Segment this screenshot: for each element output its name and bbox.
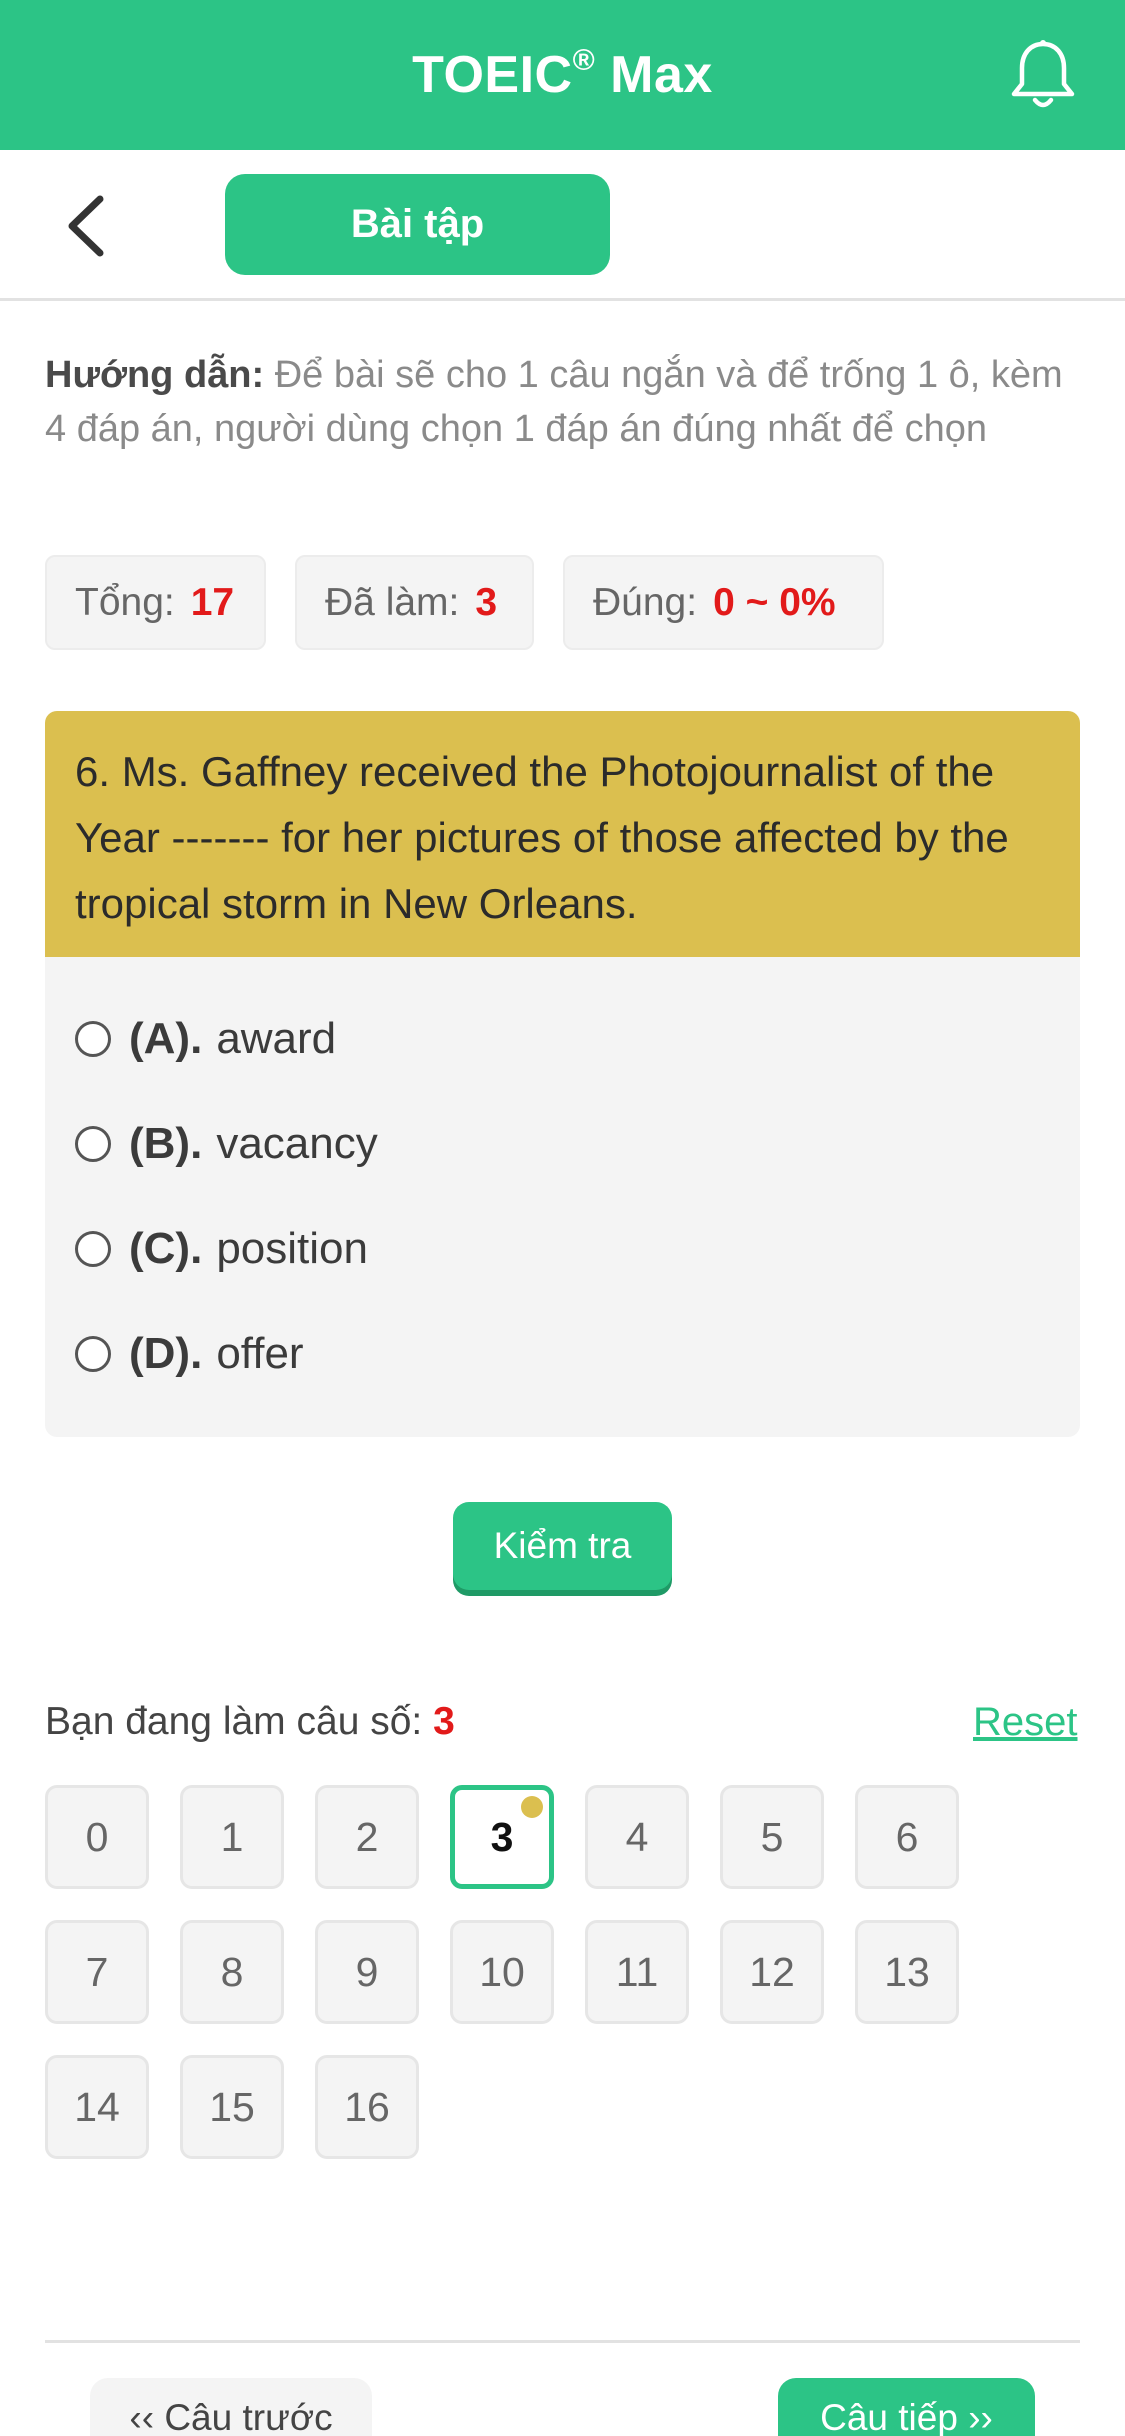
stat-done-label: Đã làm: [325,580,460,624]
question-number-label: 14 [74,2083,120,2130]
question-number-button[interactable]: 6 [855,1785,959,1889]
question-number-label: 15 [209,2083,255,2130]
question-number-button[interactable]: 1 [180,1785,284,1889]
stat-total-label: Tổng: [75,580,175,624]
check-button[interactable]: Kiểm tra [453,1502,672,1590]
current-question-label: Bạn đang làm câu số: [45,1700,423,1743]
question-number-label: 5 [760,1813,784,1860]
question-number-label: 11 [615,1948,659,1995]
stat-correct-label: Đúng: [593,580,698,624]
option-c[interactable]: (C). position [75,1214,368,1284]
question-text: 6. Ms. Gaffney received the Photojournal… [45,711,1080,957]
question-number-button[interactable]: 10 [450,1920,554,2024]
stat-correct: Đúng: 0 ~ 0% [563,555,884,650]
question-number-label: 3 [490,1813,514,1860]
stat-total: Tổng: 17 [45,555,266,650]
marked-dot-icon [521,1796,543,1818]
option-text: vacancy [216,1119,378,1168]
question-number-label: 0 [85,1813,109,1860]
option-key: (C). [129,1224,203,1273]
question-number-button[interactable]: 15 [180,2055,284,2159]
question-number-label: 7 [85,1948,109,1995]
question-number-label: 16 [344,2083,390,2130]
question-number-button[interactable]: 13 [855,1920,959,2024]
radio-button[interactable] [75,1126,111,1162]
option-text: offer [216,1329,304,1378]
registered-mark: ® [572,44,596,77]
current-question-indicator: Bạn đang làm câu số: 3 [45,1700,455,1744]
question-number-button[interactable]: 4 [585,1785,689,1889]
option-key: (D). [129,1329,203,1378]
previous-question-button[interactable]: ‹‹ Câu trước [90,2378,372,2436]
option-b[interactable]: (B). vacancy [75,1109,378,1179]
stat-done-value: 3 [475,580,498,624]
question-number-label: 9 [355,1948,379,1995]
question-number-button[interactable]: 0 [45,1785,149,1889]
question-number-button[interactable]: 8 [180,1920,284,2024]
question-number-button[interactable]: 2 [315,1785,419,1889]
option-a[interactable]: (A). award [75,1004,336,1074]
app-header: TOEIC® Max [0,0,1125,150]
question-number-label: 4 [625,1813,649,1860]
instructions: Hướng dẫn: Để bài sẽ cho 1 câu ngắn và đ… [45,348,1085,456]
stat-total-value: 17 [190,580,235,624]
question-number-label: 12 [749,1948,795,1995]
instructions-label: Hướng dẫn: [45,354,265,396]
current-question-number: 3 [433,1700,455,1743]
sub-header: Bài tập [0,150,1125,301]
question-number-button[interactable]: 9 [315,1920,419,2024]
option-text: award [216,1014,337,1063]
radio-button[interactable] [75,1021,111,1057]
radio-button[interactable] [75,1231,111,1267]
question-number-button[interactable]: 16 [315,2055,419,2159]
option-d[interactable]: (D). offer [75,1319,304,1389]
question-card: 6. Ms. Gaffney received the Photojournal… [45,711,1080,1437]
question-number-button[interactable]: 14 [45,2055,149,2159]
question-number-label: 2 [355,1813,379,1860]
bell-icon[interactable] [1008,38,1078,112]
chevron-left-icon[interactable] [62,193,112,259]
option-key: (B). [129,1119,203,1168]
question-number-label: 6 [895,1813,919,1860]
question-number-button[interactable]: 12 [720,1920,824,2024]
question-number-label: 1 [220,1813,244,1860]
question-number-label: 10 [479,1948,525,1995]
question-number-label: 8 [220,1948,244,1995]
option-key: (A). [129,1014,203,1063]
radio-button[interactable] [75,1336,111,1372]
divider [45,2340,1080,2343]
question-number-button[interactable]: 3 [450,1785,554,1889]
option-text: position [216,1224,368,1273]
reset-link[interactable]: Reset [973,1700,1078,1745]
question-number-button[interactable]: 5 [720,1785,824,1889]
stat-correct-value: 0 ~ 0% [713,580,836,624]
stat-done: Đã làm: 3 [295,555,534,650]
tab-exercises[interactable]: Bài tập [225,174,610,275]
next-question-button[interactable]: Câu tiếp ›› [778,2378,1035,2436]
app-title: TOEIC® Max [412,44,713,104]
question-number-button[interactable]: 7 [45,1920,149,2024]
question-number-button[interactable]: 11 [585,1920,689,2024]
question-number-label: 13 [884,1948,930,1995]
